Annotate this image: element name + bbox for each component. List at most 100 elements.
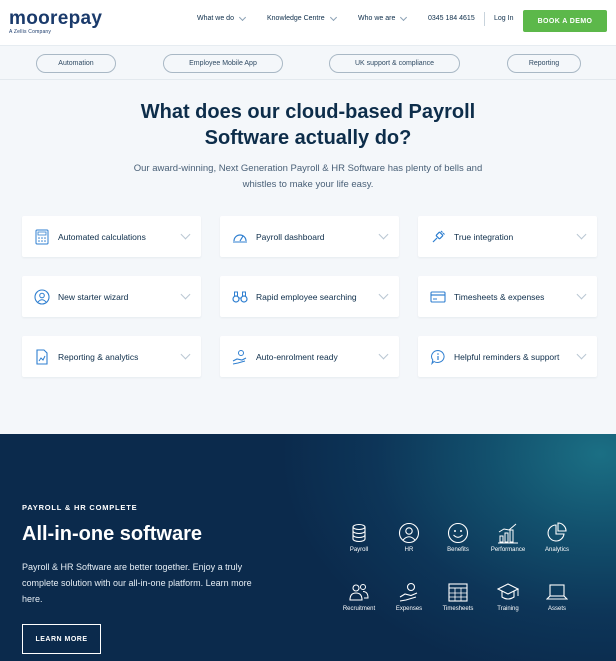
feature-card-payroll-dashboard[interactable]: Payroll dashboard [220, 216, 399, 257]
module-benefits[interactable]: Benefits [438, 522, 478, 553]
login-link[interactable]: Log In [494, 15, 513, 22]
hand-coin-icon [232, 349, 248, 365]
title-line: Software actually do? [204, 127, 412, 149]
card-icon [430, 289, 446, 305]
nav-who-we-are[interactable]: Who we are [358, 13, 408, 22]
feature-card-helpful-reminders[interactable]: Helpful reminders & support [418, 336, 597, 377]
feature-card-rapid-employee-searching[interactable]: Rapid employee searching [220, 276, 399, 317]
feature-pill-bar: Automation Employee Mobile App UK suppor… [0, 47, 616, 80]
module-label: Training [497, 606, 519, 612]
module-label: HR [404, 547, 414, 553]
module-assets[interactable]: Assets [537, 581, 577, 612]
nav-what-we-do[interactable]: What we do [197, 13, 247, 22]
calculator-icon [34, 229, 50, 245]
feature-card-true-integration[interactable]: True integration [418, 216, 597, 257]
nav-label: Who we are [358, 15, 396, 22]
chevron-down-icon [378, 289, 389, 300]
moorepay-logo[interactable]: moorepay A Zellis Company [9, 9, 102, 35]
users-icon [348, 581, 370, 603]
feature-card-auto-enrolment[interactable]: Auto-enrolment ready [220, 336, 399, 377]
logo-tagline: A Zellis Company [9, 29, 52, 35]
section-eyebrow: PAYROLL & HR COMPLETE [22, 503, 138, 512]
learn-more-button[interactable]: LEARN MORE [22, 624, 101, 654]
chevron-down-icon [180, 349, 191, 360]
feature-label: True integration [454, 231, 514, 242]
module-performance[interactable]: Performance [488, 522, 528, 553]
chevron-down-icon [329, 13, 337, 21]
site-header: moorepay A Zellis Company What we do Kno… [0, 0, 616, 46]
section-text-line: complete solution with our all-in-one pl… [22, 578, 252, 588]
section-title: All-in-one software [22, 523, 203, 545]
pie-chart-icon [546, 522, 568, 544]
chevron-down-icon [378, 229, 389, 240]
plug-icon [430, 229, 446, 245]
module-label: Assets [547, 606, 566, 612]
laptop-icon [545, 581, 569, 603]
feature-label: Payroll dashboard [256, 231, 325, 242]
chevron-down-icon [180, 229, 191, 240]
phone-link[interactable]: 0345 184 4615 [428, 15, 475, 22]
intro-line: whistles to make your life easy. [242, 179, 374, 190]
chevron-down-icon [576, 229, 587, 240]
module-label: Performance [490, 547, 526, 553]
pill-uk-support[interactable]: UK support & compliance [329, 54, 460, 73]
module-label: Payroll [349, 547, 369, 553]
module-label: Expenses [395, 606, 423, 612]
module-label: Timesheets [442, 606, 474, 612]
section-text-line: here. [22, 594, 43, 604]
report-icon [34, 348, 50, 365]
pill-automation[interactable]: Automation [36, 54, 116, 73]
nav-label: What we do [197, 15, 234, 22]
module-analytics[interactable]: Analytics [537, 522, 577, 553]
pill-employee-mobile-app[interactable]: Employee Mobile App [163, 54, 283, 73]
header-divider [484, 12, 485, 26]
feature-card-timesheets-expenses[interactable]: Timesheets & expenses [418, 276, 597, 317]
feature-label: Reporting & analytics [58, 351, 139, 362]
feature-label: Auto-enrolment ready [256, 351, 338, 362]
book-demo-button[interactable]: BOOK A DEMO [523, 10, 607, 32]
chevron-down-icon [238, 13, 247, 21]
hand-coin-icon [398, 581, 420, 603]
logo-wordmark: moorepay [9, 8, 103, 29]
feature-label: New starter wizard [58, 291, 129, 302]
module-label: Analytics [544, 547, 569, 553]
feature-card-new-starter-wizard[interactable]: New starter wizard [22, 276, 201, 317]
module-recruitment[interactable]: Recruitment [339, 581, 379, 612]
module-label: Recruitment [342, 606, 376, 612]
gauge-icon [232, 229, 248, 245]
pill-reporting[interactable]: Reporting [507, 54, 581, 73]
chevron-down-icon [378, 349, 389, 360]
module-payroll[interactable]: Payroll [339, 522, 379, 553]
nav-knowledge-centre[interactable]: Knowledge Centre [267, 13, 337, 22]
smile-icon [447, 522, 469, 544]
module-timesheets[interactable]: Timesheets [438, 581, 478, 612]
feature-label: Helpful reminders & support [454, 351, 560, 362]
module-label: Benefits [447, 547, 469, 553]
feature-card-reporting-analytics[interactable]: Reporting & analytics [22, 336, 201, 377]
bar-chart-icon [497, 522, 519, 544]
section-text-line: Payroll & HR Software are better togethe… [22, 562, 243, 572]
module-hr[interactable]: HR [389, 522, 429, 553]
feature-label: Timesheets & expenses [454, 291, 545, 302]
title-line: What does our cloud-based Payroll [140, 101, 476, 123]
calendar-icon [447, 581, 469, 603]
feature-label: Rapid employee searching [256, 291, 357, 302]
info-bubble-icon [430, 349, 446, 365]
graduation-cap-icon [496, 581, 520, 603]
chevron-down-icon [576, 349, 587, 360]
chevron-down-icon [180, 289, 191, 300]
intro-line: Our award-winning, Next Generation Payro… [133, 163, 483, 174]
coins-icon [348, 522, 370, 544]
page-title: What does our cloud-based Payroll Softwa… [0, 99, 616, 151]
feature-label: Automated calculations [58, 231, 146, 242]
user-circle-icon [34, 288, 50, 305]
chevron-down-icon [576, 289, 587, 300]
user-circle-icon [398, 522, 420, 544]
module-training[interactable]: Training [488, 581, 528, 612]
feature-card-automated-calculations[interactable]: Automated calculations [22, 216, 201, 257]
nav-label: Knowledge Centre [267, 15, 325, 22]
binoculars-icon [232, 289, 248, 305]
module-expenses[interactable]: Expenses [389, 581, 429, 612]
section-text: Payroll & HR Software are better togethe… [22, 559, 292, 607]
intro-text: Our award-winning, Next Generation Payro… [118, 161, 498, 193]
